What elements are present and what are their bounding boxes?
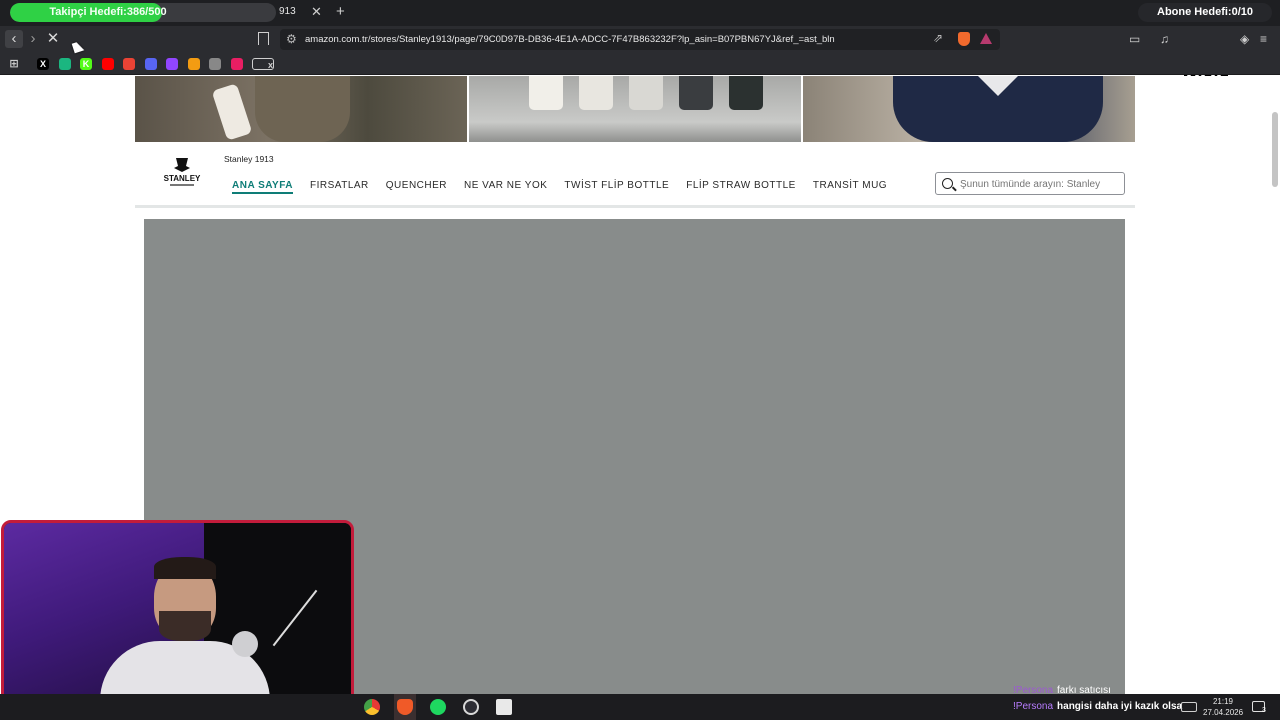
store-search-input[interactable] (960, 176, 1122, 192)
url-field[interactable]: ⚙ amazon.com.tr/stores/Stanley1913/page/… (280, 29, 1000, 50)
media-icon[interactable]: ♫ (1160, 32, 1169, 46)
clock-date: 27.04.2026 (1203, 708, 1244, 717)
store-search[interactable] (935, 172, 1125, 195)
brave-shields-icon[interactable] (958, 32, 970, 46)
obs-icon[interactable] (463, 699, 479, 715)
bookmarks-bar: ⊞ X Kx (0, 53, 1280, 75)
svg-text:STANLEY: STANLEY (164, 174, 201, 183)
store-header: STANLEY Stanley 1913 ANA SAYFA FIRSATLAR Q… (135, 142, 1135, 208)
store-name[interactable]: Stanley 1913 (224, 154, 274, 164)
chat-message: !Persona hangisi daha iyi kazık olsa (1013, 701, 1182, 712)
folder-icon[interactable]: x (252, 58, 274, 70)
taskbar-clock[interactable]: 21:19 27.04.2026 (1203, 696, 1243, 718)
store-nav-item[interactable]: ANA SAYFA (232, 180, 293, 194)
forward-icon[interactable]: › (24, 30, 42, 48)
chat-message: !Persona farkı satıcısı (1013, 685, 1111, 696)
webcam-overlay (1, 520, 354, 719)
spotify-icon[interactable] (430, 699, 446, 715)
menu-icon[interactable]: ≡ (1260, 32, 1267, 46)
store-nav-item[interactable]: TRANSİT MUG (813, 180, 887, 194)
subscriber-goal: Abone Hedefi:0/10 (1138, 3, 1272, 22)
heart-icon[interactable] (230, 58, 243, 70)
brave-rewards-icon[interactable] (980, 33, 992, 44)
follower-goal-text: Takipçi Hedefi:386/500 (49, 6, 167, 18)
bookmark-icon[interactable] (258, 32, 269, 45)
gmail-icon[interactable] (123, 58, 135, 70)
back-icon[interactable]: ‹ (5, 30, 23, 48)
store-nav: ANA SAYFA FIRSATLAR QUENCHER NE VAR NE YOK T… (232, 180, 904, 194)
notification-count: 3 (1262, 707, 1266, 714)
twitch-icon[interactable] (166, 58, 178, 70)
page-scrollbar[interactable] (1272, 112, 1278, 187)
vpn-icon[interactable]: ◈ (1240, 32, 1249, 46)
app-icon[interactable] (58, 58, 71, 70)
files-icon[interactable] (496, 699, 512, 715)
x-icon[interactable]: X (37, 58, 49, 70)
tab-close-icon[interactable]: ✕ (311, 4, 322, 20)
chat-text: farkı satıcısı (1057, 685, 1111, 696)
hero-image-right[interactable] (803, 76, 1135, 142)
chat-username: !Persona (1013, 685, 1054, 696)
store-hero-banner (135, 76, 1135, 142)
stanley-logo-icon[interactable]: STANLEY (160, 156, 204, 190)
sidebar-icon[interactable]: ▭ (1129, 32, 1140, 46)
hero-image-center[interactable] (469, 76, 803, 142)
share-icon[interactable]: ⇗ (933, 31, 943, 45)
youtube-icon[interactable] (101, 58, 114, 70)
stop-loading-icon[interactable]: ✕ (44, 30, 62, 48)
search-icon[interactable] (942, 178, 953, 189)
apps-grid-icon[interactable]: ⊞ (8, 58, 20, 70)
site-settings-icon[interactable]: ⚙ (286, 32, 297, 46)
tab-title[interactable]: 913 (279, 6, 296, 17)
sun-icon[interactable] (187, 58, 200, 70)
chat-text: hangisi daha iyi kazık olsa (1057, 701, 1183, 712)
follower-goal-bar: Takipçi Hedefi:386/500 (10, 3, 276, 22)
store-nav-item[interactable]: FIRSATLAR (310, 180, 369, 194)
discord-icon[interactable] (144, 58, 157, 70)
keyboard-icon[interactable] (1181, 702, 1197, 712)
store-nav-item[interactable]: TWİST FLİP BOTTLE (564, 180, 669, 194)
hero-image-left[interactable] (135, 76, 469, 142)
chat-username: !Persona (1013, 701, 1054, 712)
url-text[interactable]: amazon.com.tr/stores/Stanley1913/page/79… (305, 34, 835, 45)
clock-time: 21:19 (1212, 697, 1234, 706)
kick-icon[interactable]: K (80, 58, 92, 70)
new-tab-icon[interactable]: + (336, 3, 345, 20)
browser-address-bar: ‹ › ✕ ⚙ amazon.com.tr/stores/Stanley1913… (0, 26, 1280, 101)
browser-tab-bar: Takipçi Hedefi:386/500 913 ✕ + Abone Hed… (0, 0, 1280, 26)
circle-icon[interactable] (209, 58, 221, 70)
store-nav-item[interactable]: NE VAR NE YOK (464, 180, 547, 194)
store-nav-item[interactable]: QUENCHER (386, 180, 447, 194)
store-nav-item[interactable]: FLİP STRAW BOTTLE (686, 180, 796, 194)
chrome-icon[interactable] (364, 699, 380, 715)
brave-icon[interactable] (397, 699, 413, 715)
